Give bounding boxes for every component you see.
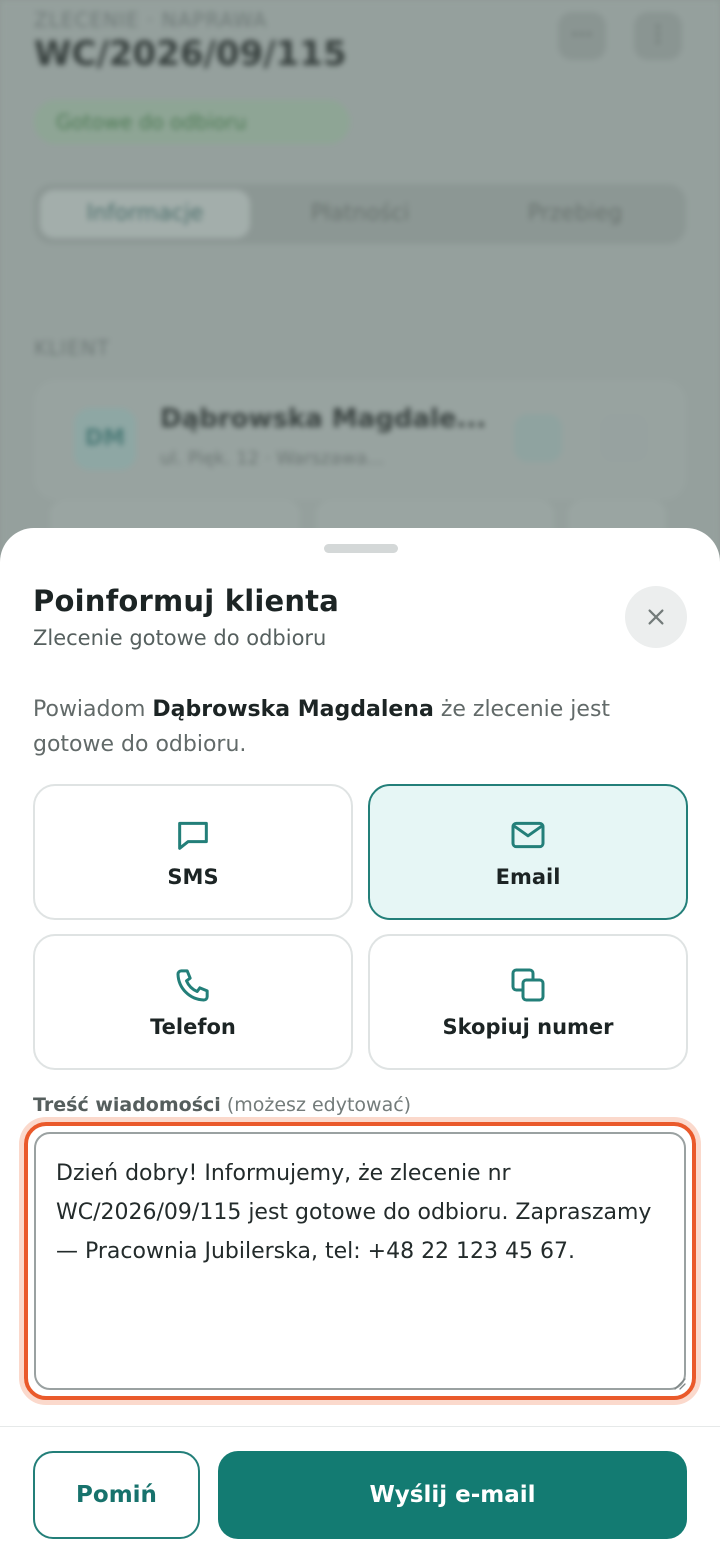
- close-button[interactable]: [625, 586, 687, 648]
- order-number: WC/2026/09/115: [34, 34, 347, 74]
- edit-icon: [600, 414, 648, 462]
- send-email-button[interactable]: Wyślij e-mail: [218, 1451, 687, 1539]
- client-name-strong: Dąbrowska Magdalena: [152, 697, 434, 722]
- phone-icon: [176, 969, 209, 1002]
- share-icon: ⋯: [558, 12, 606, 60]
- status-label: Gotowe do odbioru: [56, 110, 247, 134]
- tab-informacje: Informacje: [40, 190, 250, 238]
- message-focus-ring: Dzień dobry! Informujemy, że zlecenie nr…: [24, 1122, 696, 1400]
- avatar: DM: [74, 408, 136, 470]
- message-label-strong: Treść wiadomości: [33, 1094, 221, 1116]
- option-phone-label: Telefon: [150, 1015, 236, 1039]
- skip-button[interactable]: Pomiń: [33, 1451, 200, 1539]
- client-address: ul. Pięk. 12 · Warszawa...: [160, 448, 385, 469]
- option-email[interactable]: Email: [368, 784, 688, 920]
- sheet-subtitle: Zlecenie gotowe do odbioru: [33, 626, 327, 650]
- sheet-title: Poinformuj klienta: [33, 584, 340, 618]
- option-copy-number[interactable]: Skopiuj numer: [368, 934, 688, 1070]
- option-copy-label: Skopiuj numer: [442, 1015, 614, 1039]
- footer-divider: [0, 1426, 720, 1427]
- tab-przebieg: Przebieg: [527, 201, 623, 226]
- status-badge: Gotowe do odbioru: [34, 100, 350, 144]
- desc-prefix: Powiadom: [33, 697, 153, 722]
- option-phone[interactable]: Telefon: [33, 934, 353, 1070]
- client-name: Dąbrowska Magdale...: [160, 404, 487, 434]
- background-page: ZLECENIE · NAPRAWA WC/2026/09/115 ⋯ ⋮ Go…: [0, 0, 720, 600]
- card-action-icon: [514, 414, 562, 462]
- mail-icon: [511, 821, 545, 849]
- drag-handle[interactable]: [324, 544, 398, 553]
- option-sms[interactable]: SMS: [33, 784, 353, 920]
- message-label: Treść wiadomości (możesz edytować): [33, 1094, 411, 1116]
- order-subtitle: ZLECENIE · NAPRAWA: [34, 8, 268, 32]
- client-card: DM Dąbrowska Magdale... ul. Pięk. 12 · W…: [34, 380, 686, 500]
- more-icon: ⋮: [634, 12, 682, 60]
- message-textarea[interactable]: Dzień dobry! Informujemy, że zlecenie nr…: [34, 1132, 686, 1390]
- tab-platnosci: Płatności: [310, 201, 410, 226]
- option-email-label: Email: [495, 865, 561, 889]
- tabs: Informacje Płatności Przebieg: [34, 184, 686, 244]
- option-sms-label: SMS: [167, 865, 219, 889]
- close-icon: [648, 609, 664, 625]
- notify-client-sheet: Poinformuj klienta Zlecenie gotowe do od…: [0, 528, 720, 1561]
- message-label-hint: (możesz edytować): [220, 1094, 412, 1116]
- notify-description: Powiadom Dąbrowska Magdalena że zlecenie…: [33, 692, 673, 762]
- section-title: KLIENT: [34, 336, 110, 360]
- message-icon: [178, 821, 208, 850]
- copy-icon: [511, 968, 545, 1002]
- resize-handle-icon[interactable]: [672, 1376, 686, 1390]
